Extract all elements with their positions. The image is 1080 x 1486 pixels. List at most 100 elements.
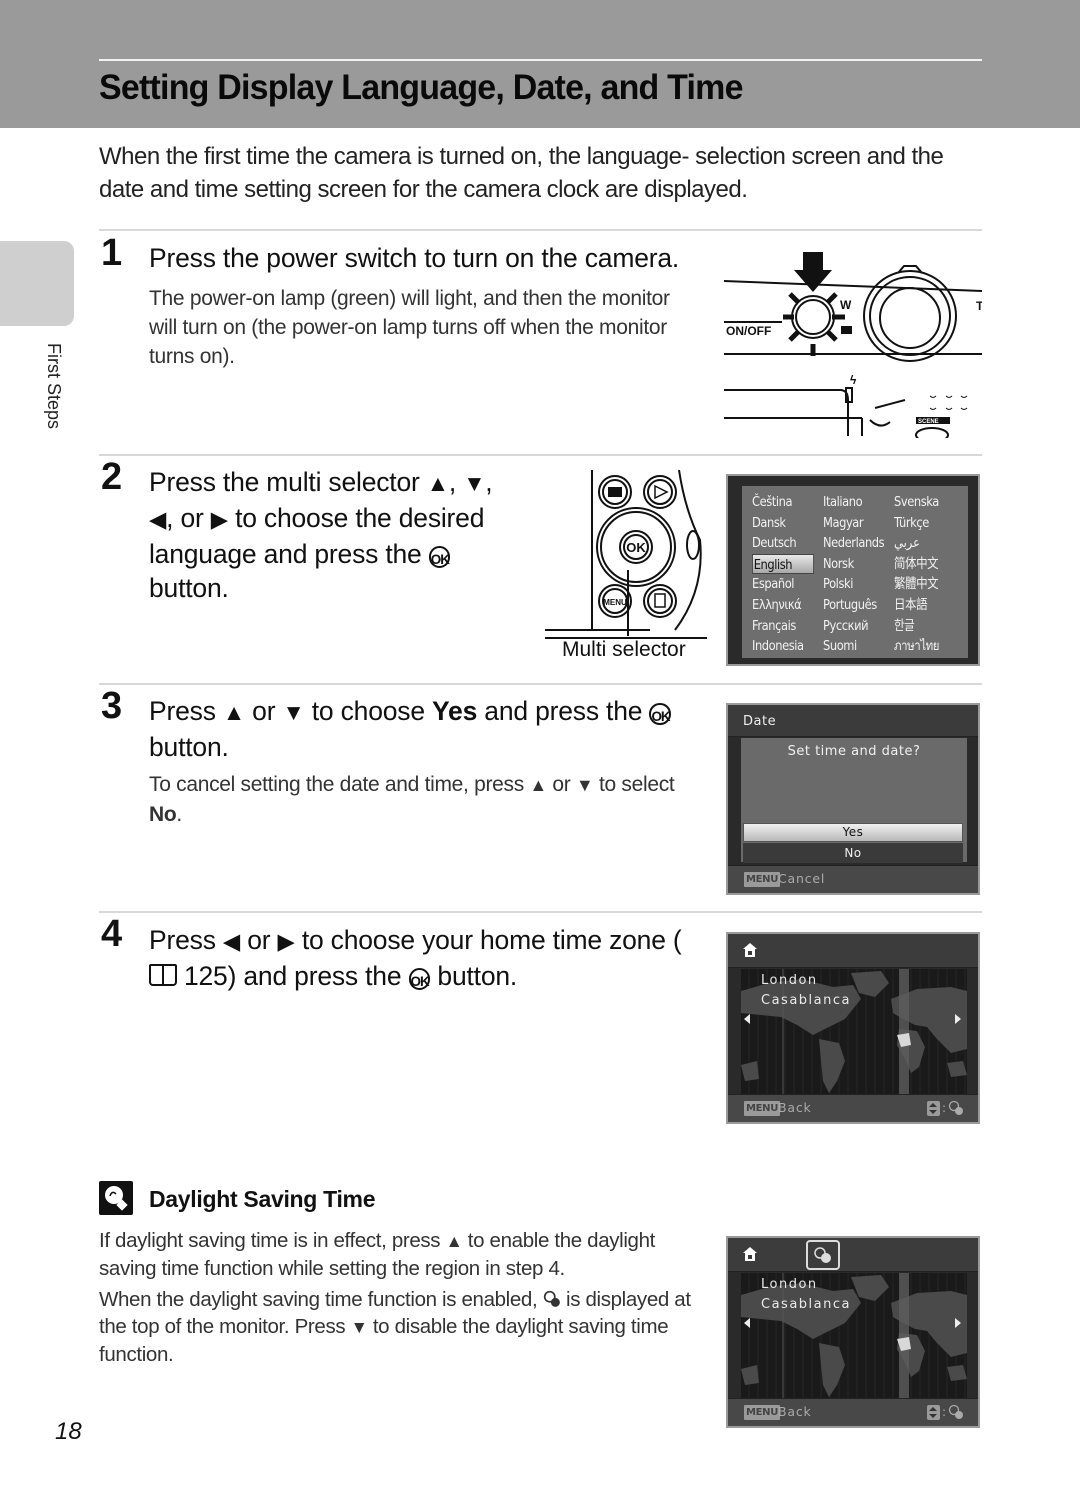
page-reference-icon [149,963,177,987]
up-down-key-icon [926,1404,940,1420]
header-rule [99,59,982,61]
playback-icon [654,484,669,500]
camera-top-illustration: ON/OFF W T ϟ SCENE [723,252,982,438]
header-band [0,0,1080,128]
language-option[interactable]: Indonesia [752,636,812,657]
option-yes[interactable]: Yes [743,823,963,842]
step-number: 4 [101,913,123,955]
back-label: Back [778,1404,812,1419]
down-icon: ▼ [282,700,305,725]
step-number: 1 [101,232,123,274]
world-map-graphic [741,969,967,1096]
power-switch-label: ON/OFF [726,324,771,338]
dialog-panel: Set time and date? Yes No [741,738,967,863]
multi-selector-illustration: OK MENU [545,470,707,639]
press-arrow-icon [794,252,832,292]
language-option[interactable]: Svenska [894,492,954,513]
language-option[interactable]: Ελληνικά [752,595,812,616]
divider [99,229,982,231]
right-icon: ▶ [277,929,295,954]
step-1-body: The power-on lamp (green) will light, an… [149,287,670,368]
language-option[interactable]: ภาษาไทย [894,636,954,657]
page-title: Setting Display Language, Date, and Time [99,68,743,107]
shooting-mode-icon [608,487,622,497]
intro-paragraph: When the first time the camera is turned… [99,143,944,203]
daylight-saving-icon [948,1100,963,1115]
language-option[interactable]: Čeština [752,492,812,513]
city-name: Casablanca [761,993,851,1008]
step-3-heading: Press ▲ or ▼ to choose Yes and press the… [149,696,672,762]
screen-header [728,1238,978,1272]
city-name: Casablanca [761,1297,851,1312]
left-icon: ◀ [149,507,167,532]
delete-icon [654,593,666,608]
language-option[interactable]: Suomi [823,636,883,657]
language-option[interactable]: 繁體中文 [894,574,954,595]
divider [99,911,982,913]
language-option[interactable]: 简体中文 [894,554,954,575]
ok-button-icon: OK [428,546,451,568]
language-option[interactable]: Dansk [752,513,812,534]
dst-hint: : [926,1404,964,1420]
up-icon: ▲ [445,1231,463,1251]
time-zone-screen-dst: London Casablanca MENU Back : [726,1236,980,1428]
step-number: 2 [101,456,123,498]
language-option[interactable]: Español [752,574,812,595]
scene-label: SCENE [918,419,939,425]
up-icon: ▲ [426,471,449,496]
menu-key-icon: MENU [744,1405,781,1420]
divider [99,683,982,685]
right-arrow-icon[interactable] [955,1014,961,1024]
language-option[interactable]: Français [752,616,812,637]
language-option[interactable]: Português [823,595,883,616]
dst-hint: : [926,1100,964,1116]
section-tab-label: First Steps [44,343,64,430]
step-3-body: To cancel setting the date and time, pre… [149,773,675,826]
world-map-graphic [741,1273,967,1400]
down-icon: ▼ [576,775,594,795]
right-arrow-icon[interactable] [955,1318,961,1328]
screen-header: Date [728,705,978,737]
language-option[interactable]: Polski [823,574,883,595]
dialog-question: Set time and date? [787,744,921,759]
ok-label: OK [626,540,646,555]
world-map[interactable]: London Casablanca [741,969,967,1096]
language-option[interactable]: عربي [894,533,954,554]
daylight-saving-icon [543,1290,560,1307]
screen-footer: MENU Cancel [728,865,978,893]
language-option[interactable]: Norsk [823,554,883,575]
language-option[interactable]: 한글 [894,616,954,637]
menu-key-icon: MENU [744,872,781,887]
svg-text:T: T [976,299,982,313]
back-label: Back [778,1100,812,1115]
left-arrow-icon[interactable] [744,1318,750,1328]
left-arrow-icon[interactable] [744,1014,750,1024]
step-2-heading: Press the multi selector ▲, ▼, ◀, or ▶ to… [149,467,493,603]
language-option[interactable]: Русский [823,616,883,637]
right-icon: ▶ [210,507,228,532]
language-option[interactable]: 日本語 [894,595,954,616]
multi-selector-caption: Multi selector [562,638,686,661]
home-icon [743,1247,757,1261]
option-no[interactable]: No [743,843,963,863]
daylight-saving-icon [814,1247,831,1263]
language-option[interactable]: Deutsch [752,533,812,554]
step-number: 3 [101,685,123,727]
dst-indicator [806,1240,840,1270]
language-option[interactable]: Nederlands [823,533,885,554]
world-map[interactable]: London Casablanca [741,1273,967,1400]
screen-title: Date [743,714,777,729]
left-icon: ◀ [222,929,241,954]
tip-title: Daylight Saving Time [149,1186,376,1212]
city-name: London [761,1277,818,1292]
page-number: 18 [55,1418,82,1445]
up-down-key-icon [926,1100,940,1116]
language-option[interactable]: Türkçe [894,513,954,534]
section-tab [0,241,74,326]
language-grid: Čeština Italiano Svenska Dansk Magyar Türkçe D… [752,492,962,657]
daylight-saving-icon [948,1404,963,1419]
language-option[interactable]: Magyar [823,513,883,534]
step-4-heading: Press ◀ or ▶ to choose your home time zo… [149,925,682,991]
language-option[interactable]: Italiano [823,492,883,513]
language-option[interactable]: English [752,553,815,575]
